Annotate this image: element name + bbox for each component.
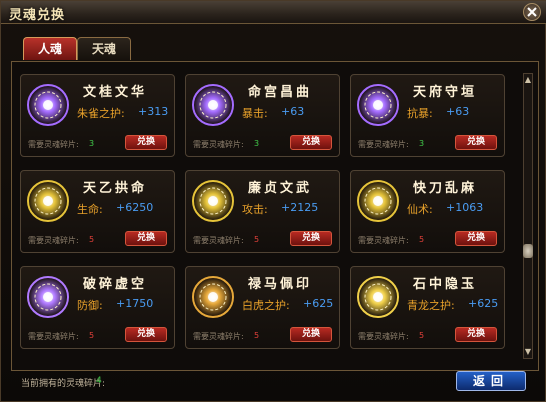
required-fragments-label: 需要灵魂碎片:: [193, 236, 244, 245]
stat-label: 朱雀之护:: [77, 107, 125, 120]
required-fragments-value: 5: [89, 235, 95, 244]
stat-value: +625: [303, 297, 334, 310]
scroll-thumb[interactable]: [523, 244, 533, 258]
return-button[interactable]: 返回: [456, 371, 526, 391]
stat-value: +2125: [281, 201, 319, 214]
required-fragments-value: 3: [254, 139, 260, 148]
stat-value: +63: [446, 105, 470, 118]
exchange-button[interactable]: 兑换: [125, 327, 167, 342]
soul-name: 天府守垣: [413, 85, 478, 100]
soul-card: 廉贞文武攻击: +2125 需要灵魂碎片: 5 兑换: [185, 170, 340, 253]
exchange-button[interactable]: 兑换: [455, 135, 497, 150]
soul-card: 石中隐玉青龙之护: +625 需要灵魂碎片: 5 兑换: [350, 266, 505, 349]
title-bar: 灵魂兑换: [1, 1, 546, 24]
required-fragments-label: 需要灵魂碎片:: [193, 140, 244, 149]
soul-card: 天府守垣抗暴: +63 需要灵魂碎片: 3 兑换: [350, 74, 505, 157]
stat-label: 生命:: [77, 203, 103, 216]
required-fragments-label: 需要灵魂碎片:: [358, 140, 409, 149]
tab-human-soul[interactable]: 人魂: [23, 37, 77, 60]
soul-name: 禄马佩印: [248, 277, 313, 292]
required-fragments-value: 5: [419, 235, 425, 244]
soul-exchange-window: 灵魂兑换 人魂 天魂 文桂文华 朱雀之护: +313 需要灵魂碎片: 3 兑换 命宫昌曲 暴击…: [0, 0, 546, 402]
soul-card: 破碎虚空防御: +1750 需要灵魂碎片: 5 兑换: [20, 266, 175, 349]
stat-label: 攻击:: [242, 203, 268, 216]
stat-value: +63: [281, 105, 305, 118]
purple-soul-gem-icon: [191, 83, 235, 127]
soul-card: 天乙拱命生命: +6250 需要灵魂碎片: 5 兑换: [20, 170, 175, 253]
stat-value: +6250: [116, 201, 154, 214]
exchange-button[interactable]: 兑换: [290, 327, 332, 342]
soul-name: 命宫昌曲: [248, 85, 313, 100]
window-title: 灵魂兑换: [9, 8, 66, 23]
exchange-button[interactable]: 兑换: [455, 327, 497, 342]
exchange-button[interactable]: 兑换: [125, 231, 167, 246]
violet-gold-soul-gem-icon: [26, 275, 70, 319]
tab-heaven-soul[interactable]: 天魂: [77, 37, 131, 60]
required-fragments-label: 需要灵魂碎片:: [28, 236, 79, 245]
owned-fragments-label: 当前拥有的灵魂碎片:: [21, 379, 106, 389]
stat-value: +625: [468, 297, 499, 310]
scroll-down-arrow-icon[interactable]: ▼: [524, 348, 532, 356]
close-button[interactable]: [523, 3, 541, 21]
soul-name: 文桂文华: [83, 85, 148, 100]
soul-card: 文桂文华朱雀之护: +313 需要灵魂碎片: 3 兑换: [20, 74, 175, 157]
required-fragments-value: 3: [419, 139, 425, 148]
soul-card: 快刀乱麻仙术: +1063 需要灵魂碎片: 5 兑换: [350, 170, 505, 253]
exchange-button[interactable]: 兑换: [290, 231, 332, 246]
required-fragments-value: 5: [254, 331, 260, 340]
required-fragments-value: 5: [254, 235, 260, 244]
stat-label: 仙术:: [407, 203, 433, 216]
purple-soul-gem-icon: [356, 83, 400, 127]
exchange-button[interactable]: 兑换: [125, 135, 167, 150]
gold-soul-gem-icon: [26, 179, 70, 223]
required-fragments-label: 需要灵魂碎片:: [28, 140, 79, 149]
stat-label: 防御:: [77, 299, 103, 312]
required-fragments-value: 5: [89, 331, 95, 340]
required-fragments-label: 需要灵魂碎片:: [193, 332, 244, 341]
soul-name: 天乙拱命: [83, 181, 148, 196]
required-fragments-label: 需要灵魂碎片:: [358, 236, 409, 245]
soul-card: 命宫昌曲暴击: +63 需要灵魂碎片: 3 兑换: [185, 74, 340, 157]
soul-card-grid: 文桂文华朱雀之护: +313 需要灵魂碎片: 3 兑换 命宫昌曲暴击: +63 需要灵魂碎片:…: [11, 61, 539, 371]
stat-label: 青龙之护:: [407, 299, 455, 312]
stat-value: +313: [138, 105, 169, 118]
stat-label: 抗暴:: [407, 107, 433, 120]
stat-label: 白虎之护:: [242, 299, 290, 312]
soul-name: 快刀乱麻: [413, 181, 478, 196]
close-icon: [527, 7, 537, 17]
owned-fragments-value: 4: [96, 376, 102, 386]
required-fragments-value: 5: [419, 331, 425, 340]
stat-value: +1750: [116, 297, 154, 310]
exchange-button[interactable]: 兑换: [290, 135, 332, 150]
soul-name: 破碎虚空: [83, 277, 148, 292]
soul-name: 石中隐玉: [413, 277, 478, 292]
stat-value: +1063: [446, 201, 484, 214]
required-fragments-label: 需要灵魂碎片:: [358, 332, 409, 341]
gold-soul-gem-icon: [191, 179, 235, 223]
required-fragments-value: 3: [89, 139, 95, 148]
stat-label: 暴击:: [242, 107, 268, 120]
required-fragments-label: 需要灵魂碎片:: [28, 332, 79, 341]
gold-soul-gem-icon: [356, 179, 400, 223]
soul-card: 禄马佩印白虎之护: +625 需要灵魂碎片: 5 兑换: [185, 266, 340, 349]
scrollbar[interactable]: ▲ ▼: [523, 73, 533, 359]
scroll-up-arrow-icon[interactable]: ▲: [524, 76, 532, 84]
amber-soul-gem-icon: [191, 275, 235, 319]
yellow-soul-gem-icon: [356, 275, 400, 319]
soul-name: 廉贞文武: [248, 181, 313, 196]
purple-soul-gem-icon: [26, 83, 70, 127]
exchange-button[interactable]: 兑换: [455, 231, 497, 246]
